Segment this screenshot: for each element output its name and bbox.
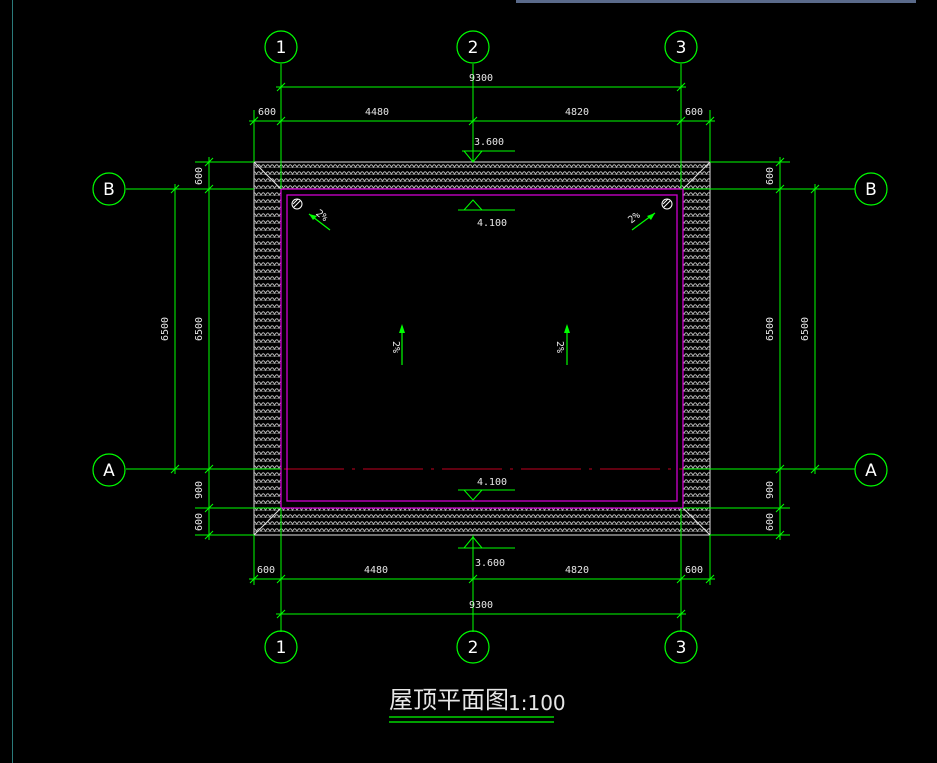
dim-bottom-seg: 600 [685, 565, 703, 576]
axis-bubble-3-bottom: 3 [664, 630, 698, 664]
dim-left-outer: 6500 [160, 317, 171, 341]
dim-top-seg: 4820 [565, 107, 589, 118]
axis-bubble-2-top: 2 [456, 30, 490, 64]
axis-label: A [103, 461, 115, 481]
roof-plan-drawing: 1 2 3 1 2 3 B A B A 9300 600 4480 4820 6… [92, 30, 888, 723]
axis-label: B [103, 180, 115, 200]
elevation-bottom-eave: 3.600 [475, 558, 505, 569]
dim-left-seg: 600 [194, 167, 205, 185]
axis-label: 2 [468, 638, 479, 658]
elevation-marker-top-eave [462, 150, 515, 163]
axis-bubble-1-top: 1 [264, 30, 298, 64]
bottom-dimension-lines [249, 574, 715, 619]
axis-label: 1 [276, 638, 287, 658]
axis-extension-lines [126, 64, 855, 632]
dim-top-seg: 600 [258, 107, 276, 118]
elevation-bottom-parapet: 4.100 [477, 477, 507, 488]
slope-label: 2% [390, 341, 401, 353]
dim-left-seg: 900 [194, 481, 205, 499]
dim-top-seg: 600 [685, 107, 703, 118]
axis-label: B [865, 180, 877, 200]
elevation-marker-top-parapet [458, 199, 515, 211]
axis-bubble-B-right: B [854, 172, 888, 206]
top-dimension-lines [249, 82, 715, 126]
roof-drain-icon [291, 198, 303, 210]
axis-bubble-2-bottom: 2 [456, 630, 490, 664]
left-dimension-lines [170, 157, 214, 540]
elevation-top-eave: 3.600 [474, 137, 504, 148]
title-underline [389, 716, 554, 723]
roof-drain-icon [661, 198, 673, 210]
dim-right-seg: 600 [765, 167, 776, 185]
elevation-marker-bottom-parapet [458, 489, 515, 501]
axis-bubble-A-right: A [854, 453, 888, 487]
axis-lines [126, 188, 760, 470]
right-dimension-lines [775, 157, 820, 540]
axis-label: 3 [676, 38, 687, 58]
dim-bottom-seg: 600 [257, 565, 275, 576]
axis-bubble-B-left: B [92, 172, 126, 206]
dim-bottom-seg: 4820 [565, 565, 589, 576]
axis-label: 1 [276, 38, 287, 58]
dim-right-outer: 6500 [765, 317, 776, 341]
slope-label: 2% [554, 341, 565, 353]
axis-label: A [865, 461, 877, 481]
axis-bubble-3-top: 3 [664, 30, 698, 64]
parapet-outline [280, 188, 684, 509]
dim-bottom-total: 9300 [469, 600, 493, 611]
drawing-scale: 1:100 [508, 691, 566, 715]
axis-bubble-1-bottom: 1 [264, 630, 298, 664]
axis-label: 2 [468, 38, 479, 58]
dim-right-seg: 600 [765, 513, 776, 531]
dim-top-seg: 4480 [365, 107, 389, 118]
elevation-top-parapet: 4.100 [477, 218, 507, 229]
axis-label: 3 [676, 638, 687, 658]
axis-bubble-A-left: A [92, 453, 126, 487]
dim-left-inner: 6500 [194, 317, 205, 341]
elevation-marker-bottom-eave [458, 536, 515, 549]
drawing-title: 屋顶平面图 [389, 686, 509, 714]
dim-left-seg: 600 [194, 513, 205, 531]
slope-label: 2% [313, 208, 329, 224]
dim-bottom-seg: 4480 [364, 565, 388, 576]
dim-top-total: 9300 [469, 73, 493, 84]
dim-right-seg: 900 [765, 481, 776, 499]
dim-right-inner: 6500 [800, 317, 811, 341]
